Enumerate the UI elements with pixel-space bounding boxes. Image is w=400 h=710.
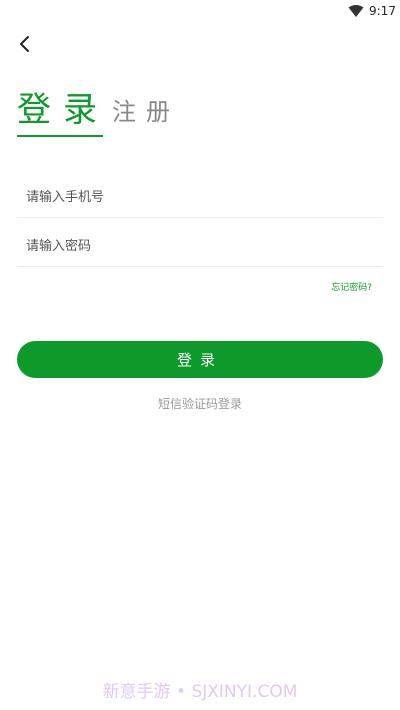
phone-input[interactable] [26, 177, 366, 217]
status-time: 9:17 [369, 4, 396, 18]
chevron-left-icon [20, 36, 29, 52]
forgot-password-link[interactable]: 忘记密码? [331, 280, 372, 293]
sms-login-link[interactable]: 短信验证码登录 [0, 395, 400, 412]
tab-login[interactable]: 登录 [17, 88, 103, 136]
wifi-icon [348, 5, 364, 17]
tab-register[interactable]: 注册 [112, 96, 180, 128]
phone-field [17, 177, 383, 218]
active-tab-indicator [17, 135, 103, 137]
login-button[interactable]: 登录 [17, 341, 383, 378]
status-bar: 9:17 [0, 0, 400, 24]
password-field [17, 226, 383, 267]
password-input[interactable] [26, 226, 366, 266]
watermark: 新意手游 • SJXINYI.COM [102, 682, 298, 702]
back-button[interactable] [10, 30, 40, 58]
